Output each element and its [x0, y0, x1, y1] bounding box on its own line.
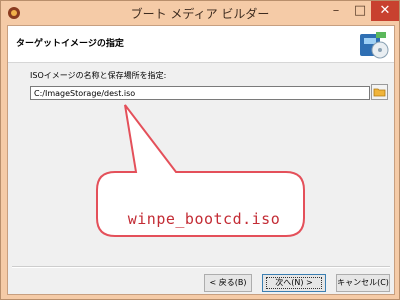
- app-window: ブート メディア ビルダー – □ ✕ ターゲットイメージの指定 ISOイメージ…: [0, 0, 400, 300]
- callout-text: winpe_bootcd.iso: [127, 210, 281, 228]
- callout-bubble: [96, 104, 305, 237]
- wizard-panel: ターゲットイメージの指定 ISOイメージの名称と保存場所を指定: winpe_b…: [7, 25, 395, 295]
- cancel-button[interactable]: キャンセル(C): [336, 274, 390, 292]
- maximize-button[interactable]: □: [347, 1, 373, 21]
- footer-divider: [12, 266, 390, 268]
- close-button[interactable]: ✕: [371, 1, 399, 21]
- title-bar[interactable]: ブート メディア ビルダー – □ ✕: [1, 1, 399, 25]
- next-button[interactable]: 次へ(N) >: [262, 274, 326, 292]
- focus-rect: [266, 277, 322, 289]
- back-button[interactable]: < 戻る(B): [204, 274, 252, 292]
- minimize-button[interactable]: –: [323, 1, 349, 21]
